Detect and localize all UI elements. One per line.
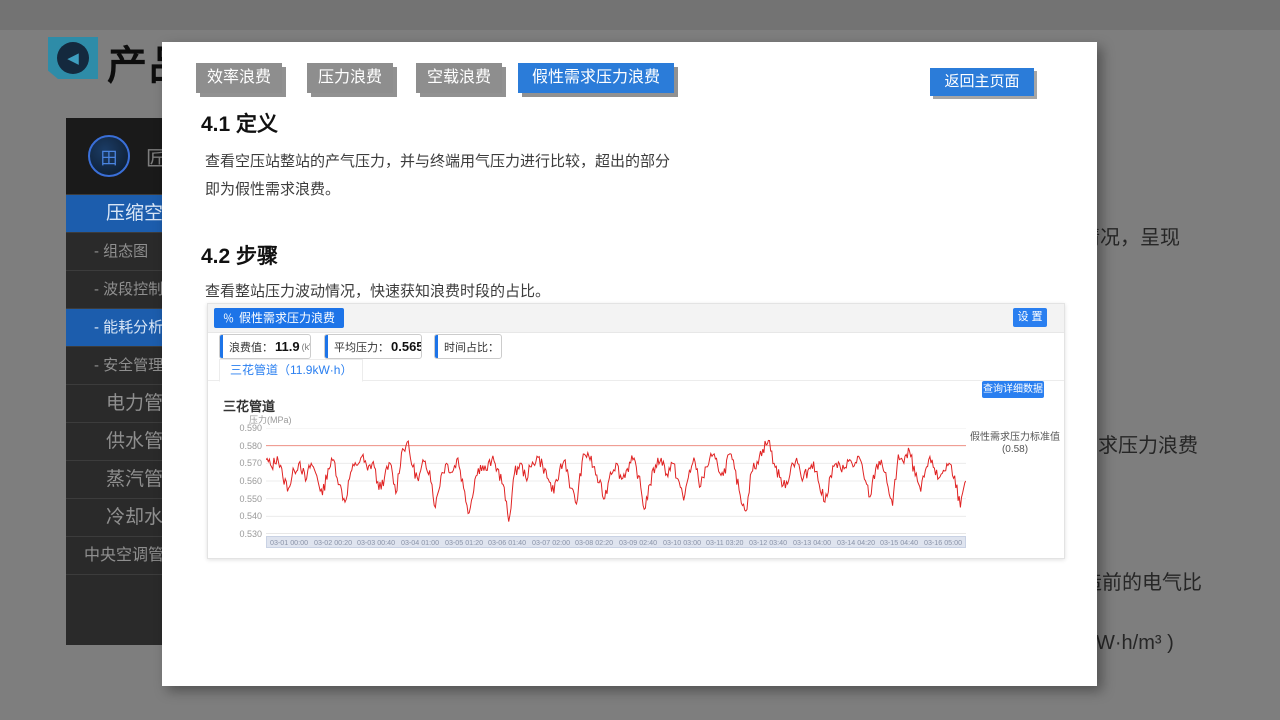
x-tick-label: 03-06 01:40	[488, 538, 526, 547]
y-tick-label: 0.580	[216, 441, 262, 451]
page-background: ◀ 产品 田 匠 压缩空气- 组态图- 波段控制- 能耗分析- 安全管理电力管理…	[0, 0, 1280, 720]
y-tick-label: 0.530	[216, 529, 262, 539]
nav-tab[interactable]: 假性需求压力浪费	[518, 63, 674, 93]
settings-button[interactable]: 设 置	[1013, 308, 1047, 327]
x-tick-label: 03-16 05:00	[924, 538, 962, 547]
y-tick-label: 0.570	[216, 458, 262, 468]
threshold-label: 假性需求压力标准值	[970, 432, 1060, 444]
pipe-tab-row: 三花管道（11.9kW·h）	[208, 359, 1064, 381]
section-heading-steps: 4.2 步骤	[201, 240, 278, 270]
y-tick-label: 0.550	[216, 494, 262, 504]
y-axis-ticks: 0.590 0.580 0.570 0.560 0.550 0.540 0.530	[216, 423, 262, 539]
x-tick-label: 03-08 02:20	[575, 538, 613, 547]
x-tick-label: 03-13 04:00	[793, 538, 831, 547]
section-body-definition: 查看空压站整站的产气压力，并与终端用气压力进行比较，超出的部分 即为假性需求浪费…	[205, 148, 670, 204]
nav-tab[interactable]: 空载浪费	[416, 63, 502, 93]
stat-box: 浪费值：11.9(kW·h)	[219, 334, 311, 359]
stat-box: 平均压力：0.565Mpa	[324, 334, 422, 359]
app-title-badge: ％ 假性需求压力浪费	[214, 308, 344, 328]
y-tick-label: 0.560	[216, 476, 262, 486]
y-tick-label: 0.590	[216, 423, 262, 433]
nav-tab[interactable]: 压力浪费	[307, 63, 393, 93]
query-detail-button[interactable]: 查询详细数据	[982, 381, 1044, 398]
back-to-main-button[interactable]: 返回主页面	[930, 68, 1034, 96]
y-tick-label: 0.540	[216, 511, 262, 521]
x-tick-label: 03-05 01:20	[445, 538, 483, 547]
x-tick-label: 03-12 03:40	[749, 538, 787, 547]
threshold-annotation: 假性需求压力标准值 (0.58)	[970, 432, 1060, 456]
pressure-line-chart	[266, 428, 966, 534]
x-tick-label: 03-09 02:40	[619, 538, 657, 547]
sidebar-logo-icon: 田	[88, 135, 130, 177]
stat-box: 时间占比：1.6%	[434, 334, 502, 359]
section-heading-definition: 4.1 定义	[201, 108, 278, 138]
x-tick-label: 03-07 02:00	[532, 538, 570, 547]
background-text-fragment: W·h/m³ )	[1096, 632, 1174, 655]
x-tick-label: 03-11 03:20	[706, 538, 744, 547]
x-tick-label: 03-04 01:00	[401, 538, 439, 547]
app-screenshot: ％ 假性需求压力浪费 设 置 浪费值：11.9(kW·h) 平均压力：0.565Mp…	[207, 303, 1065, 559]
x-tick-label: 03-14 04:20	[837, 538, 875, 547]
x-tick-label: 03-01 00:00	[270, 538, 308, 547]
section-body-steps: 查看整站压力波动情况，快速获知浪费时段的占比。	[205, 278, 550, 306]
nav-tab[interactable]: 效率浪费	[196, 63, 282, 93]
x-tick-label: 03-15 04:40	[880, 538, 918, 547]
x-tick-label: 03-02 00:20	[314, 538, 352, 547]
content-modal: 效率浪费压力浪费空载浪费假性需求压力浪费 返回主页面 4.1 定义 查看空压站整…	[162, 42, 1097, 686]
x-tick-label: 03-03 00:40	[357, 538, 395, 547]
x-tick-label: 03-10 03:00	[663, 538, 701, 547]
pipe-tab[interactable]: 三花管道（11.9kW·h）	[219, 359, 363, 382]
app-title-text: 假性需求压力浪费	[239, 311, 335, 325]
top-strip	[0, 0, 1280, 30]
back-button-logo[interactable]: ◀	[48, 37, 98, 79]
threshold-value: (0.58)	[970, 444, 1060, 456]
datazoom-slider[interactable]: 03-01 00:00 03-02 00:20 03-03 00:40 03-04 0…	[266, 536, 966, 548]
waste-icon: ％	[223, 313, 234, 325]
background-text-fragment: 造前的电气比	[1082, 566, 1202, 595]
app-header: ％ 假性需求压力浪费 设 置	[208, 304, 1064, 333]
back-icon: ◀	[57, 42, 89, 74]
